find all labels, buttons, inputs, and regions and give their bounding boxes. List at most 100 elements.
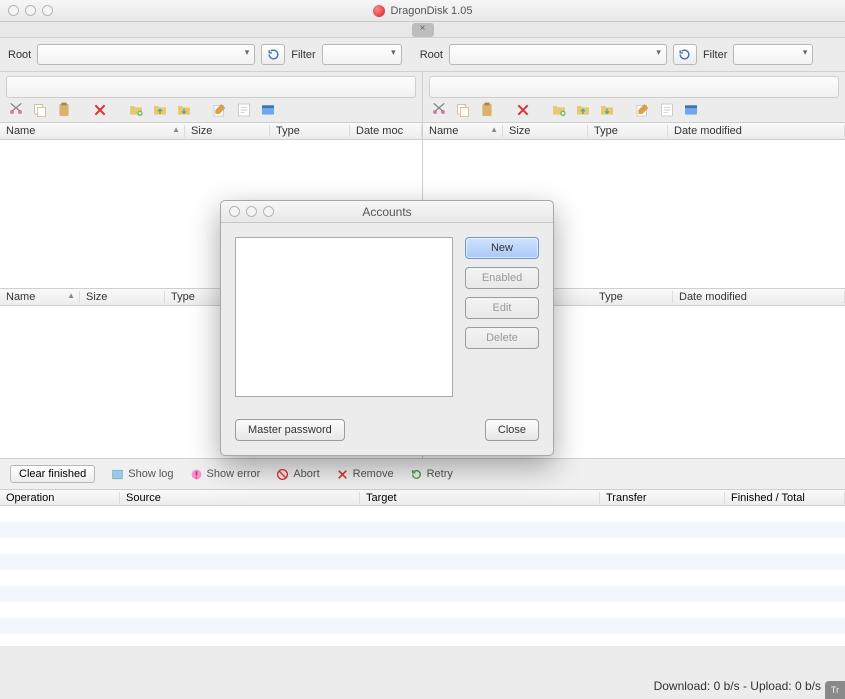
download-icon[interactable] (176, 102, 192, 118)
tab-close-icon[interactable]: × (412, 23, 434, 37)
view-icon[interactable] (683, 102, 699, 118)
copy-icon[interactable] (32, 102, 48, 118)
cut-icon[interactable] (431, 102, 447, 118)
refresh-icon (267, 48, 280, 61)
col-date[interactable]: Date moc (350, 125, 422, 137)
col-name[interactable]: Name▲ (0, 291, 80, 303)
filter-select-right[interactable] (733, 44, 813, 65)
delete-icon[interactable] (515, 102, 531, 118)
delete-button: Delete (465, 327, 539, 349)
close-window-icon[interactable] (8, 5, 19, 16)
table-row (0, 538, 845, 554)
list-header-right-upper[interactable]: Name▲ Size Type Date modified (423, 122, 845, 140)
table-row (0, 570, 845, 586)
retry-icon (410, 468, 423, 481)
root-select-left[interactable] (37, 44, 255, 65)
table-row (0, 554, 845, 570)
log-header[interactable]: Operation Source Target Transfer Finishe… (0, 489, 845, 506)
table-row (0, 602, 845, 618)
filter-label-left: Filter (291, 49, 315, 61)
filter-select-left[interactable] (322, 44, 402, 65)
root-select-right[interactable] (449, 44, 667, 65)
log-toolbar: Clear finished Show log Show error Abort… (0, 458, 845, 489)
close-dialog-button[interactable]: Close (485, 419, 539, 441)
master-password-button[interactable]: Master password (235, 419, 345, 441)
col-operation[interactable]: Operation (0, 492, 120, 504)
accounts-dialog: Accounts New Enabled Edit Delete Master … (220, 200, 554, 456)
col-name[interactable]: Name▲ (423, 125, 503, 137)
root-label-left: Root (8, 49, 31, 61)
retry-button[interactable]: Retry (410, 468, 453, 481)
view-icon[interactable] (260, 102, 276, 118)
edit-button: Edit (465, 297, 539, 319)
abort-button[interactable]: Abort (276, 468, 319, 481)
window-title: DragonDisk 1.05 (373, 5, 473, 17)
refresh-icon (678, 48, 691, 61)
toolbar-right (423, 98, 845, 122)
properties-icon[interactable] (236, 102, 252, 118)
col-source[interactable]: Source (120, 492, 360, 504)
dialog-close-icon[interactable] (229, 206, 240, 217)
remove-icon (336, 468, 349, 481)
dialog-zoom-icon[interactable] (263, 206, 274, 217)
enabled-button: Enabled (465, 267, 539, 289)
table-row (0, 522, 845, 538)
properties-icon[interactable] (659, 102, 675, 118)
refresh-button-right[interactable] (673, 44, 697, 65)
accounts-list[interactable] (235, 237, 453, 397)
root-label-right: Root (420, 49, 443, 61)
upload-icon[interactable] (152, 102, 168, 118)
paste-icon[interactable] (479, 102, 495, 118)
dialog-titlebar: Accounts (221, 201, 553, 223)
zoom-window-icon[interactable] (42, 5, 53, 16)
col-type[interactable]: Type (270, 125, 350, 137)
minimize-window-icon[interactable] (25, 5, 36, 16)
refresh-button-left[interactable] (261, 44, 285, 65)
log-body[interactable] (0, 506, 845, 646)
col-finished[interactable]: Finished / Total (725, 492, 845, 504)
new-account-button[interactable]: New (465, 237, 539, 259)
show-log-toggle[interactable]: Show log (111, 468, 173, 481)
col-date[interactable]: Date modified (668, 125, 845, 137)
address-bar-right[interactable] (429, 76, 839, 98)
table-row (0, 634, 845, 650)
rename-icon[interactable] (212, 102, 228, 118)
dialog-minimize-icon[interactable] (246, 206, 257, 217)
download-icon[interactable] (599, 102, 615, 118)
toolbar-left (0, 98, 422, 122)
main-titlebar: DragonDisk 1.05 (0, 0, 845, 22)
table-row (0, 506, 845, 522)
new-folder-icon[interactable] (551, 102, 567, 118)
address-bar-left[interactable] (6, 76, 416, 98)
nav-row: Root Filter Root Filter (0, 38, 845, 71)
col-size[interactable]: Size (503, 125, 588, 137)
cut-icon[interactable] (8, 102, 24, 118)
rename-icon[interactable] (635, 102, 651, 118)
col-transfer[interactable]: Transfer (600, 492, 725, 504)
delete-icon[interactable] (92, 102, 108, 118)
list-header-left-upper[interactable]: Name▲ Size Type Date moc (0, 122, 422, 140)
table-row (0, 618, 845, 634)
col-type[interactable]: Type (588, 125, 668, 137)
col-date[interactable]: Date modified (673, 291, 845, 303)
col-target[interactable]: Target (360, 492, 600, 504)
log-icon (111, 468, 124, 481)
paste-icon[interactable] (56, 102, 72, 118)
col-type[interactable]: Type (593, 291, 673, 303)
window-title-text: DragonDisk 1.05 (391, 5, 473, 17)
app-icon (373, 5, 385, 17)
status-bar: Download: 0 b/s - Upload: 0 b/s (654, 679, 821, 693)
show-error-toggle[interactable]: Show error (190, 468, 261, 481)
tab-bar: × (0, 22, 845, 38)
col-name[interactable]: Name▲ (0, 125, 185, 137)
resize-corner[interactable]: Tr (825, 681, 845, 699)
col-size[interactable]: Size (185, 125, 270, 137)
clear-finished-button[interactable]: Clear finished (10, 465, 95, 483)
new-folder-icon[interactable] (128, 102, 144, 118)
upload-icon[interactable] (575, 102, 591, 118)
traffic-lights (0, 5, 53, 16)
copy-icon[interactable] (455, 102, 471, 118)
filter-label-right: Filter (703, 49, 727, 61)
remove-button[interactable]: Remove (336, 468, 394, 481)
col-size[interactable]: Size (80, 291, 165, 303)
